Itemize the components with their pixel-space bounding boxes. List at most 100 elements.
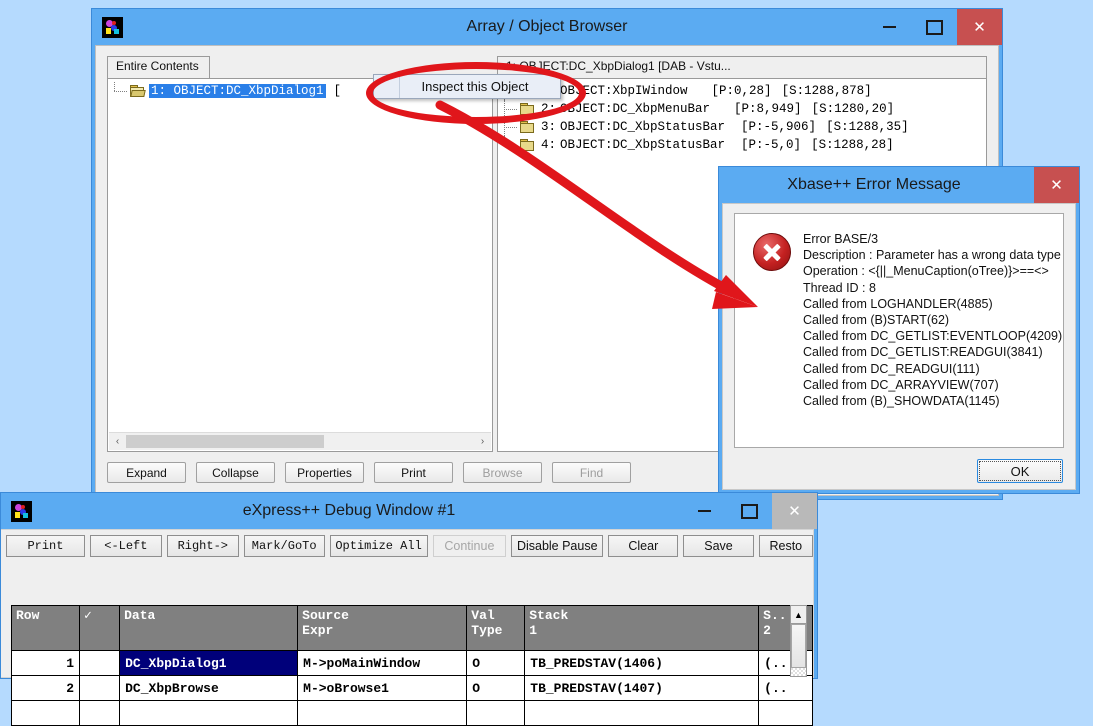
- folder-icon: [520, 139, 535, 152]
- debug-toolbar: Print <-Left Right-> Mark/GoTo Optimize …: [6, 535, 813, 557]
- ok-button[interactable]: OK: [977, 459, 1063, 483]
- tree-row-label: OBJECT:DC_XbpMenuBar: [558, 102, 712, 116]
- tree-row-label: OBJECT:XbpIWindow: [558, 84, 690, 98]
- tree-row-index: 2:: [539, 102, 558, 116]
- debug-window-body: Print <-Left Right-> Mark/GoTo Optimize …: [1, 529, 814, 678]
- column-header-stack-1[interactable]: Stack 1: [525, 606, 759, 651]
- left-pane-tab[interactable]: Entire Contents: [107, 56, 210, 78]
- tree-guide-icon: [108, 82, 130, 100]
- tree-row-size: [S:1288,28]: [803, 138, 896, 152]
- debug-restore-button[interactable]: Resto: [759, 535, 813, 557]
- error-line: Called from DC_READGUI(111): [803, 361, 1062, 377]
- collapse-button[interactable]: Collapse: [196, 462, 275, 483]
- tree-row-index: 4:: [539, 138, 558, 152]
- cell-data[interactable]: [120, 701, 298, 726]
- tree-row-size: [S:1288,35]: [818, 120, 911, 134]
- cell-check[interactable]: [80, 651, 120, 676]
- left-pane-hscrollbar[interactable]: ‹ ›: [109, 432, 491, 450]
- debug-optimize-all-button[interactable]: Optimize All: [330, 535, 428, 557]
- tree-row-position: [P:0,28]: [690, 84, 774, 98]
- debug-titlebar[interactable]: eXpress++ Debug Window #1 ✕: [1, 493, 817, 529]
- tree-row[interactable]: 4: OBJECT:DC_XbpStatusBar [P:-5,0] [S:12…: [498, 136, 986, 154]
- close-icon[interactable]: ✕: [1034, 167, 1079, 203]
- debug-clear-button[interactable]: Clear: [608, 535, 678, 557]
- cell-val-type: O: [467, 651, 525, 676]
- debug-save-button[interactable]: Save: [683, 535, 753, 557]
- table-header-row: Row ✓ Data Source Exp: [12, 606, 813, 651]
- tree-row-label: 1: OBJECT:DC_XbpDialog1: [149, 84, 326, 98]
- debug-window-title: eXpress++ Debug Window #1: [1, 502, 697, 520]
- table-row[interactable]: [12, 701, 813, 726]
- tree-guide-icon: [498, 100, 520, 118]
- error-dialog-title: Xbase++ Error Message: [729, 176, 1019, 194]
- debug-disable-pause-button[interactable]: Disable Pause: [511, 535, 603, 557]
- hscroll-left-arrow-icon[interactable]: ‹: [109, 433, 126, 450]
- cell-row: 2: [12, 676, 80, 701]
- browse-button: Browse: [463, 462, 542, 483]
- error-titlebar[interactable]: Xbase++ Error Message ✕: [719, 167, 1079, 203]
- context-menu[interactable]: Inspect this Object: [373, 74, 561, 99]
- debug-table: Row ✓ Data Source Exp: [11, 605, 813, 726]
- hscroll-thumb[interactable]: [126, 435, 324, 448]
- cell-source-expr: [298, 701, 467, 726]
- column-header-source-expr[interactable]: Source Expr: [298, 606, 467, 651]
- cell-data[interactable]: DC_XbpDialog1: [120, 651, 298, 676]
- error-message-box: Error BASE/3 Description : Parameter has…: [734, 213, 1064, 448]
- error-line: Called from DC_GETLIST:READGUI(3841): [803, 344, 1062, 360]
- browser-title: Array / Object Browser: [92, 18, 1002, 36]
- debug-left-button[interactable]: <-Left: [90, 535, 162, 557]
- browser-window-controls: ✕: [867, 9, 1002, 45]
- folder-icon: [520, 121, 535, 134]
- close-icon[interactable]: ✕: [772, 493, 817, 529]
- debug-print-button[interactable]: Print: [6, 535, 85, 557]
- error-window-controls: ✕: [1034, 167, 1079, 203]
- properties-button[interactable]: Properties: [285, 462, 364, 483]
- tree-row-position: [P:-5,906]: [727, 120, 818, 134]
- print-button[interactable]: Print: [374, 462, 453, 483]
- error-line: Thread ID : 8: [803, 280, 1062, 296]
- cell-stack-2: (..: [759, 676, 813, 701]
- column-header-check[interactable]: ✓: [80, 606, 120, 651]
- error-x-icon: [753, 233, 791, 271]
- cell-val-type: [467, 701, 525, 726]
- xbase-app-icon: [102, 17, 123, 38]
- debug-right-button[interactable]: Right->: [167, 535, 239, 557]
- hscroll-right-arrow-icon[interactable]: ›: [474, 433, 491, 450]
- right-tree: 1: OBJECT:XbpIWindow [P:0,28] [S:1288,87…: [498, 79, 986, 154]
- hscroll-track[interactable]: [126, 433, 474, 450]
- vscroll-track[interactable]: [791, 668, 806, 676]
- table-row[interactable]: 1 DC_XbpDialog1 M->poMainWindow O TB_PRE…: [12, 651, 813, 676]
- minimize-icon[interactable]: [682, 493, 727, 529]
- vscroll-thumb[interactable]: [791, 624, 806, 668]
- column-header-val-type[interactable]: Val Type: [467, 606, 525, 651]
- maximize-icon[interactable]: [912, 9, 957, 45]
- cell-row: [12, 701, 80, 726]
- xbase-app-icon: [11, 501, 32, 522]
- tree-row[interactable]: 1: OBJECT:XbpIWindow [P:0,28] [S:1288,87…: [498, 82, 986, 100]
- cell-stack-1: TB_PREDSTAV(1406): [525, 651, 759, 676]
- debug-table-vscrollbar[interactable]: ▲: [790, 605, 807, 677]
- tree-row-trailing: [: [326, 84, 342, 98]
- table-row[interactable]: 2 DC_XbpBrowse M->oBrowse1 O TB_PREDSTAV…: [12, 676, 813, 701]
- cell-check[interactable]: [80, 701, 120, 726]
- tree-row-size: [S:1288,878]: [774, 84, 874, 98]
- scroll-up-arrow-icon[interactable]: ▲: [791, 606, 806, 624]
- tree-guide-icon: [498, 136, 520, 154]
- column-header-data[interactable]: Data: [120, 606, 298, 651]
- minimize-icon[interactable]: [867, 9, 912, 45]
- tree-row-label: OBJECT:DC_XbpStatusBar: [558, 120, 727, 134]
- tree-row-label: OBJECT:DC_XbpStatusBar: [558, 138, 727, 152]
- tree-row[interactable]: 2: OBJECT:DC_XbpMenuBar [P:8,949] [S:128…: [498, 100, 986, 118]
- expand-button[interactable]: Expand: [107, 462, 186, 483]
- maximize-icon[interactable]: [727, 493, 772, 529]
- tree-row[interactable]: 3: OBJECT:DC_XbpStatusBar [P:-5,906] [S:…: [498, 118, 986, 136]
- tree-row-position: [P:-5,0]: [727, 138, 803, 152]
- context-menu-item-inspect-this-object[interactable]: Inspect this Object: [400, 79, 560, 94]
- right-pane-tab[interactable]: 1: OBJECT:DC_XbpDialog1 [DAB - Vstu...: [497, 56, 987, 78]
- column-header-row[interactable]: Row: [12, 606, 80, 651]
- cell-data[interactable]: DC_XbpBrowse: [120, 676, 298, 701]
- debug-mark-goto-button[interactable]: Mark/GoTo: [244, 535, 325, 557]
- browser-titlebar[interactable]: Array / Object Browser ✕: [92, 9, 1002, 45]
- close-icon[interactable]: ✕: [957, 9, 1002, 45]
- cell-check[interactable]: [80, 676, 120, 701]
